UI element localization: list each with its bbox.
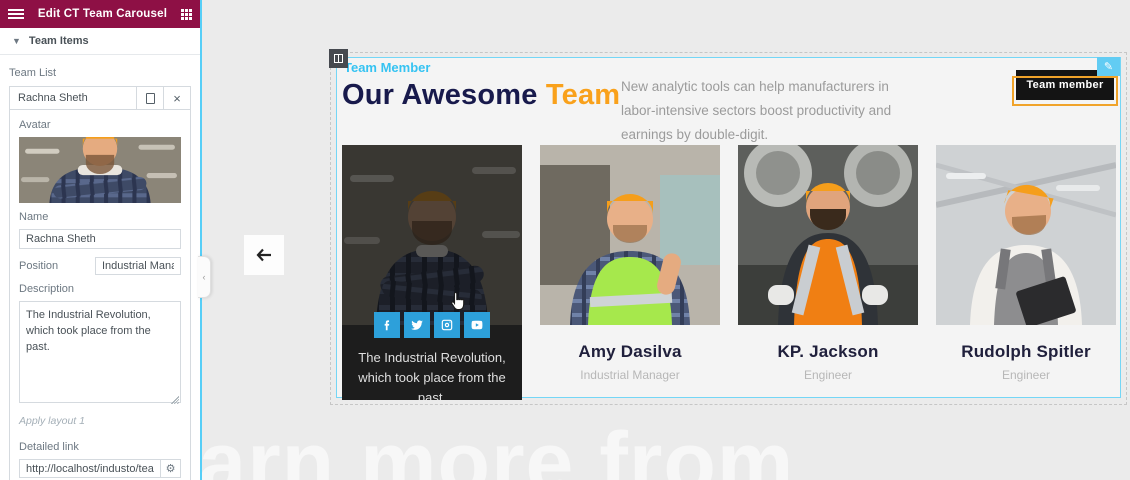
avatar-image[interactable] xyxy=(19,137,181,203)
member-photo xyxy=(738,145,918,325)
detailed-link-field[interactable] xyxy=(19,459,160,478)
team-list-label: Team List xyxy=(9,67,191,79)
resize-grip-icon[interactable] xyxy=(171,396,179,404)
copy-icon xyxy=(146,93,155,104)
section-heading: Our Awesome Team xyxy=(342,79,620,112)
member-position: Engineer xyxy=(936,368,1116,382)
repeater-item-title[interactable]: Rachna Sheth xyxy=(10,87,136,109)
preview-canvas: Learn more from Team Member Our Awesome … xyxy=(200,0,1130,480)
link-options-button[interactable]: ⚙ xyxy=(160,459,181,478)
section-eyebrow: Team Member xyxy=(344,60,430,75)
member-position: Engineer xyxy=(738,368,918,382)
member-photo xyxy=(936,145,1116,325)
gear-icon: ⚙ xyxy=(166,462,176,475)
background-watermark-text: Learn more from xyxy=(200,414,794,480)
member-position: Industrial Manager xyxy=(540,368,720,382)
repeater-item: Rachna Sheth × Avatar xyxy=(9,86,191,480)
section-description: New analytic tools can help manufacturer… xyxy=(621,75,921,147)
youtube-icon[interactable] xyxy=(464,312,490,338)
section-icon xyxy=(334,54,343,63)
member-name: Rudolph Spitler xyxy=(936,342,1116,362)
twitter-icon[interactable] xyxy=(404,312,430,338)
member-name: KP. Jackson xyxy=(738,342,918,362)
team-card[interactable]: KP. Jackson Engineer xyxy=(738,145,918,382)
name-field[interactable] xyxy=(19,229,181,249)
hamburger-menu-icon[interactable] xyxy=(8,9,24,19)
name-label: Name xyxy=(19,211,181,223)
detailed-link-label: Detailed link xyxy=(19,441,181,453)
avatar-label: Avatar xyxy=(19,119,181,131)
widgets-grid-icon[interactable] xyxy=(181,9,192,20)
edit-section-handle[interactable] xyxy=(329,49,348,68)
member-name: Amy Dasilva xyxy=(540,342,720,362)
remove-item-button[interactable]: × xyxy=(163,87,190,109)
close-icon: × xyxy=(173,92,181,105)
description-field[interactable]: The Industrial Revolution, which took pl… xyxy=(19,301,181,403)
facebook-icon[interactable] xyxy=(374,312,400,338)
carousel-prev-button[interactable] xyxy=(244,235,284,275)
team-card[interactable]: Amy Dasilva Industrial Manager xyxy=(540,145,720,382)
heading-accent: Team xyxy=(546,79,620,111)
instagram-icon[interactable] xyxy=(434,312,460,338)
member-description: The Industrial Revolution, which took pl… xyxy=(350,348,514,400)
team-card[interactable]: Rudolph Spitler Engineer xyxy=(936,145,1116,382)
panel-title: Edit CT Team Carousel xyxy=(38,8,167,20)
panel-collapse-tab[interactable]: ‹ xyxy=(198,256,211,298)
duplicate-item-button[interactable] xyxy=(136,87,163,109)
team-card-hover[interactable]: The Industrial Revolution, which took pl… xyxy=(342,145,522,400)
chevron-down-icon: ▼ xyxy=(12,36,21,46)
apply-layout-note: Apply layout 1 xyxy=(19,415,181,427)
pencil-icon: ✎ xyxy=(1104,60,1113,73)
member-photo xyxy=(540,145,720,325)
elementor-edit-panel: Edit CT Team Carousel ▼ Team Items Team … xyxy=(0,0,200,480)
position-field[interactable] xyxy=(95,257,181,275)
description-label: Description xyxy=(19,283,181,295)
arrow-left-icon xyxy=(254,245,274,265)
position-label: Position xyxy=(19,260,58,272)
section-team-items[interactable]: ▼ Team Items xyxy=(0,28,200,55)
panel-header: Edit CT Team Carousel xyxy=(0,0,200,28)
member-photo xyxy=(342,145,522,325)
panel-resize-divider[interactable] xyxy=(200,0,202,480)
edit-widget-button[interactable]: ✎ xyxy=(1097,57,1120,76)
social-icons-row xyxy=(342,312,522,338)
